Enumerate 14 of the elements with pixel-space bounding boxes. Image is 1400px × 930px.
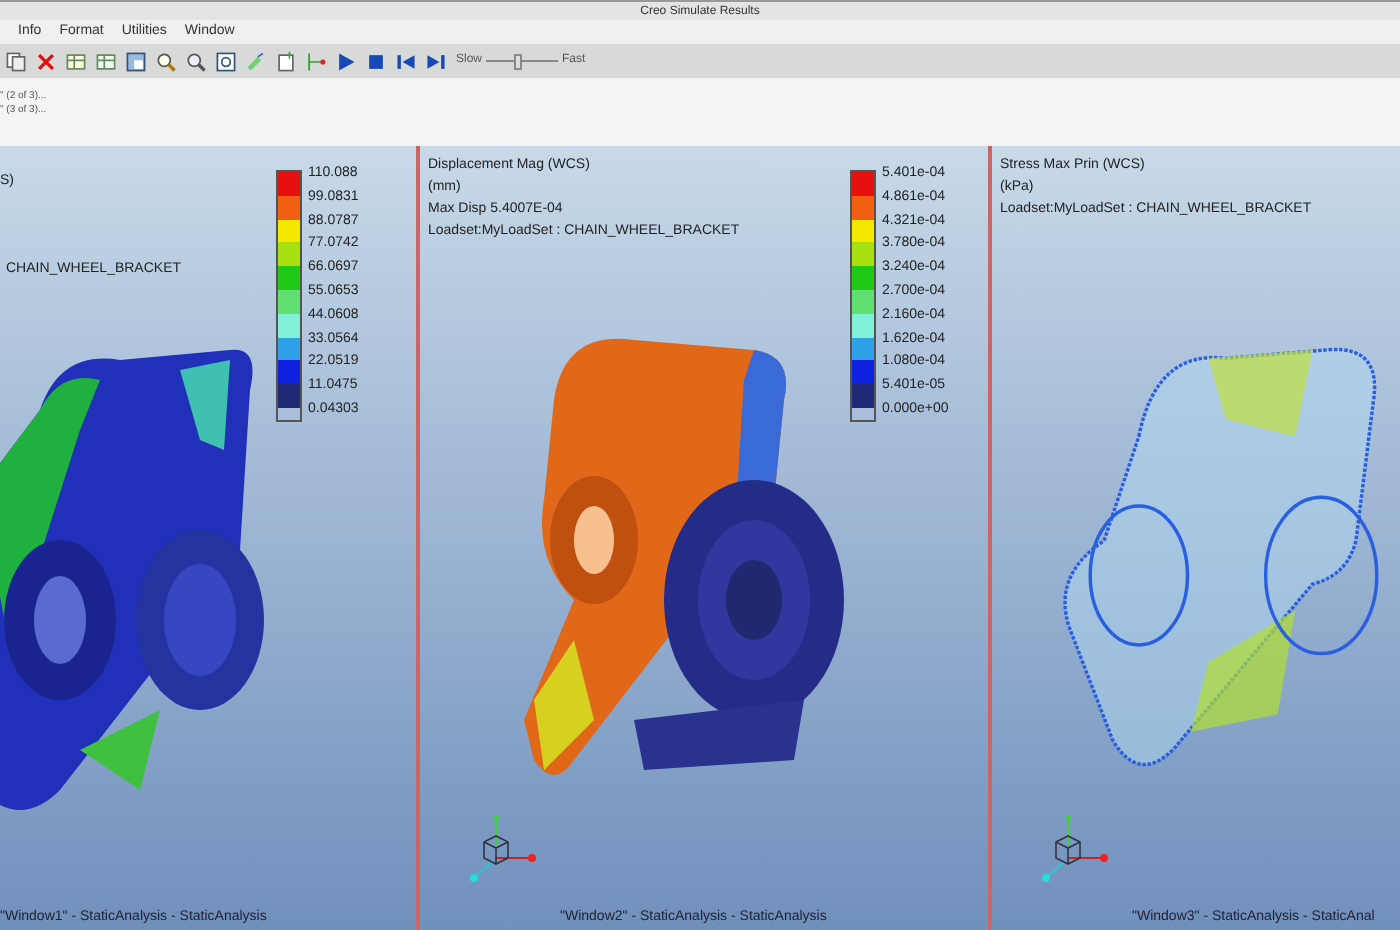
stop-icon[interactable] [364, 49, 388, 73]
forward-icon[interactable] [424, 49, 448, 73]
copy-icon[interactable] [4, 49, 28, 73]
fit-icon[interactable] [214, 49, 238, 73]
window-icon[interactable] [124, 49, 148, 73]
table-icon[interactable] [64, 49, 88, 73]
zoom-out-icon[interactable] [184, 49, 208, 73]
slider-thumb[interactable] [514, 53, 523, 69]
speed-slider[interactable] [486, 53, 559, 69]
zoom-in-icon[interactable] [154, 49, 178, 73]
rewind-icon[interactable] [394, 49, 418, 73]
delete-icon[interactable] [34, 49, 58, 73]
table-icon[interactable] [94, 49, 118, 73]
play-icon[interactable] [334, 49, 358, 73]
